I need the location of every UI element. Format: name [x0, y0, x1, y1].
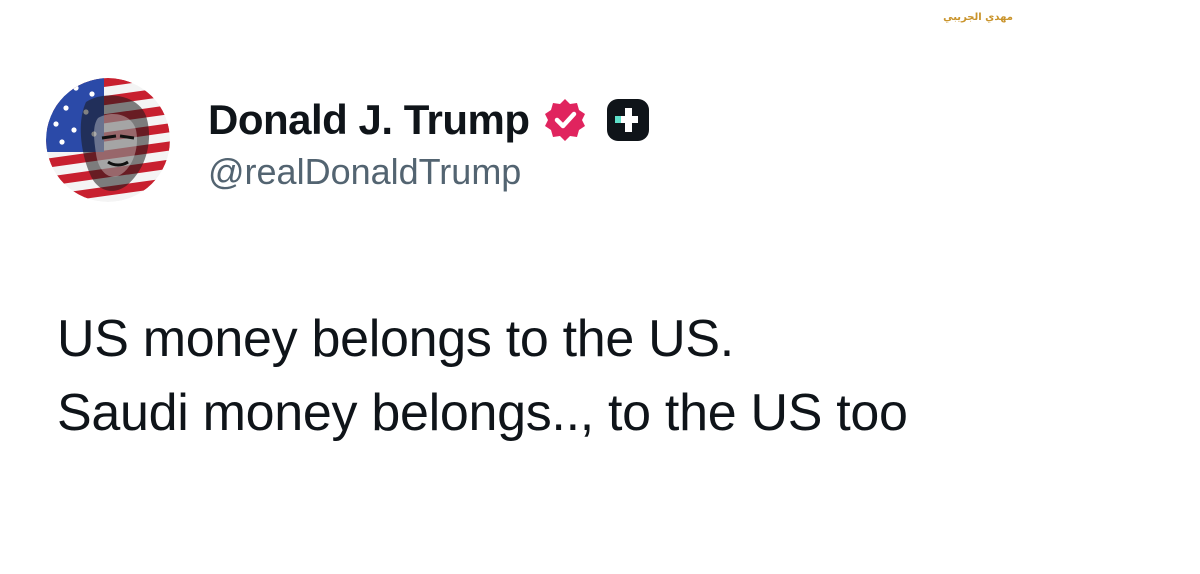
post-text-line: Saudi money belongs.., to the US too [57, 384, 908, 442]
truth-social-logo-icon[interactable] [604, 96, 652, 144]
verified-badge-icon [540, 95, 590, 145]
name-row: Donald J. Trump [208, 92, 652, 148]
post-text: US money belongs to the US. Saudi money … [57, 302, 908, 450]
author-handle[interactable]: @realDonaldTrump [208, 150, 652, 194]
author-display-name[interactable]: Donald J. Trump [208, 92, 530, 148]
watermark-text: مهدي الجريبي [943, 12, 1013, 23]
author-identity: Donald J. Trump @realDonaldTrump [208, 92, 652, 194]
post-text-line: US money belongs to the US. [57, 310, 734, 368]
flag-portrait-avatar-icon [46, 78, 170, 202]
post-header: Donald J. Trump @realDonaldTrump [46, 78, 652, 208]
avatar[interactable] [46, 78, 170, 202]
